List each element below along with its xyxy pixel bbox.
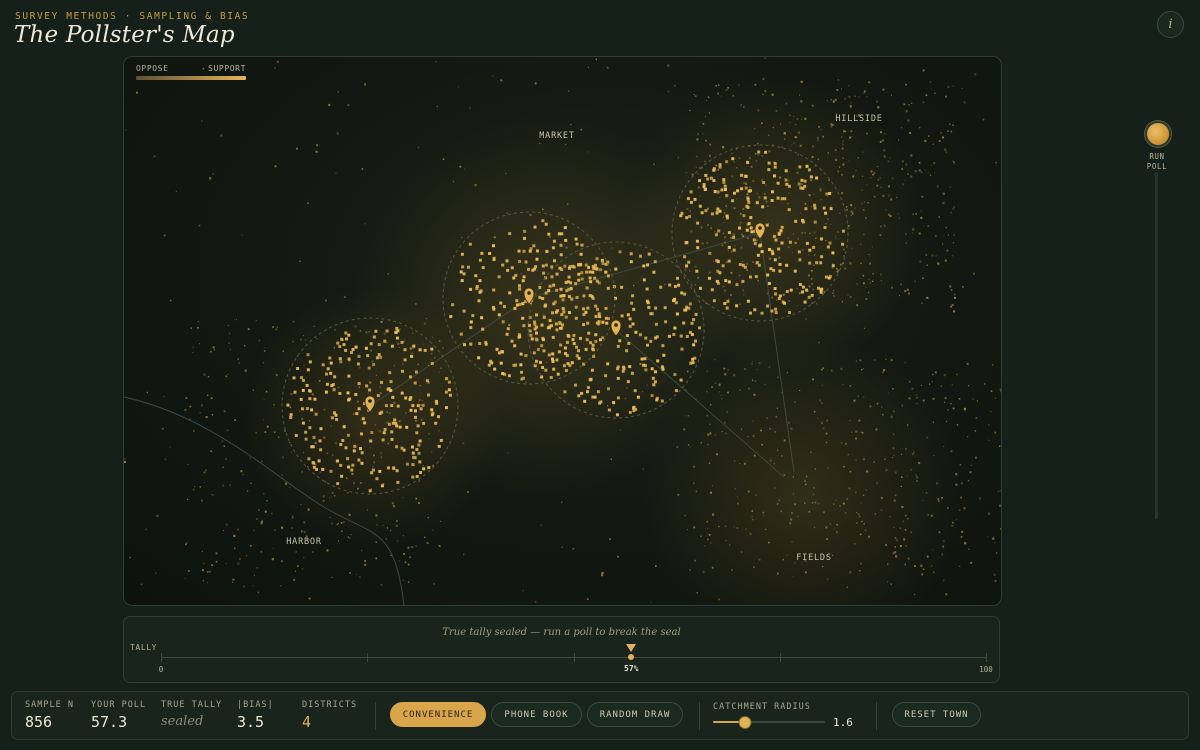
stat-true-tally-value: sealed	[161, 714, 204, 729]
stat-your-poll-label: YOUR POLL	[91, 700, 147, 710]
tally-dot	[628, 654, 635, 660]
stat-your-poll: YOUR POLL 57.3	[91, 700, 146, 731]
tally-marker-icon	[626, 644, 637, 652]
method-convenience-button[interactable]: CONVENIENCE	[390, 702, 486, 727]
run-poll-label-line1: RUN	[1149, 152, 1165, 161]
tally-panel: True tally sealed — run a poll to break …	[123, 616, 1000, 683]
tally-max: 100	[979, 665, 993, 674]
stat-bias: |BIAS| 3.5	[237, 700, 274, 731]
tally-value: 57%	[624, 664, 639, 673]
district-label-fields: FIELDS	[796, 553, 832, 563]
stat-sample-n-label: SAMPLE N	[25, 700, 74, 710]
legend-support-label: SUPPORT	[208, 64, 246, 73]
catchment-radius-label: CATCHMENT RADIUS	[713, 702, 811, 712]
tally-tick	[780, 653, 781, 662]
run-poll-label-line2: POLL	[1146, 162, 1168, 171]
stat-sample-n-value: 856	[25, 713, 53, 731]
stat-bias-label: |BIAS|	[237, 700, 274, 710]
tally-tick	[367, 653, 368, 662]
stat-your-poll-value: 57.3	[91, 713, 128, 731]
toolbar-divider	[375, 702, 376, 730]
stat-bias-value: 3.5	[237, 713, 265, 731]
method-phone-book-button[interactable]: PHONE BOOK	[491, 702, 582, 727]
info-button[interactable]: i	[1157, 11, 1184, 38]
method-random-draw-button[interactable]: RANDOM DRAW	[587, 702, 683, 727]
toolbar-divider	[699, 702, 700, 730]
tally-min: 0	[158, 665, 164, 674]
district-label-hillside: HILLSIDE	[835, 114, 883, 124]
stat-districts-label: DISTRICTS	[302, 700, 358, 710]
stat-sample-n: SAMPLE N 856	[25, 700, 74, 731]
stat-true-tally: TRUE TALLY sealed	[161, 700, 222, 729]
run-poll-track[interactable]	[1155, 172, 1158, 519]
page-kicker: SURVEY METHODS · SAMPLING & BIAS	[15, 11, 250, 22]
tally-tick	[574, 653, 575, 662]
stat-districts: DISTRICTS 4	[302, 700, 357, 731]
town-map[interactable]: OPPOSE SUPPORT MARKET HILLSIDE HARBOR FI…	[123, 56, 1002, 606]
reset-town-button[interactable]: RESET TOWN	[892, 702, 981, 727]
stat-districts-value: 4	[302, 713, 312, 731]
tally-label: TALLY	[130, 643, 158, 652]
tally-tick	[161, 653, 162, 662]
legend-oppose-label: OPPOSE	[136, 64, 169, 73]
info-icon: i	[1168, 17, 1173, 32]
page-title: The Pollster's Map	[14, 22, 235, 48]
catchment-radius-slider-thumb[interactable]	[738, 716, 752, 729]
district-label-market: MARKET	[539, 131, 575, 141]
run-poll-label: RUN POLL	[1140, 152, 1174, 172]
legend-gradient-bar	[136, 76, 246, 80]
tally-tick	[986, 653, 987, 662]
toolbar-divider	[876, 702, 877, 730]
stat-true-tally-label: TRUE TALLY	[161, 700, 223, 710]
district-label-harbor: HARBOR	[286, 537, 322, 547]
tally-message: True tally sealed — run a poll to break …	[442, 627, 681, 638]
support-legend: OPPOSE SUPPORT	[136, 64, 246, 80]
control-toolbar: SAMPLE N 856 YOUR POLL 57.3 TRUE TALLY s…	[11, 691, 1189, 740]
run-poll-button[interactable]	[1145, 121, 1171, 147]
catchment-radius-value: 1.6	[833, 716, 853, 729]
